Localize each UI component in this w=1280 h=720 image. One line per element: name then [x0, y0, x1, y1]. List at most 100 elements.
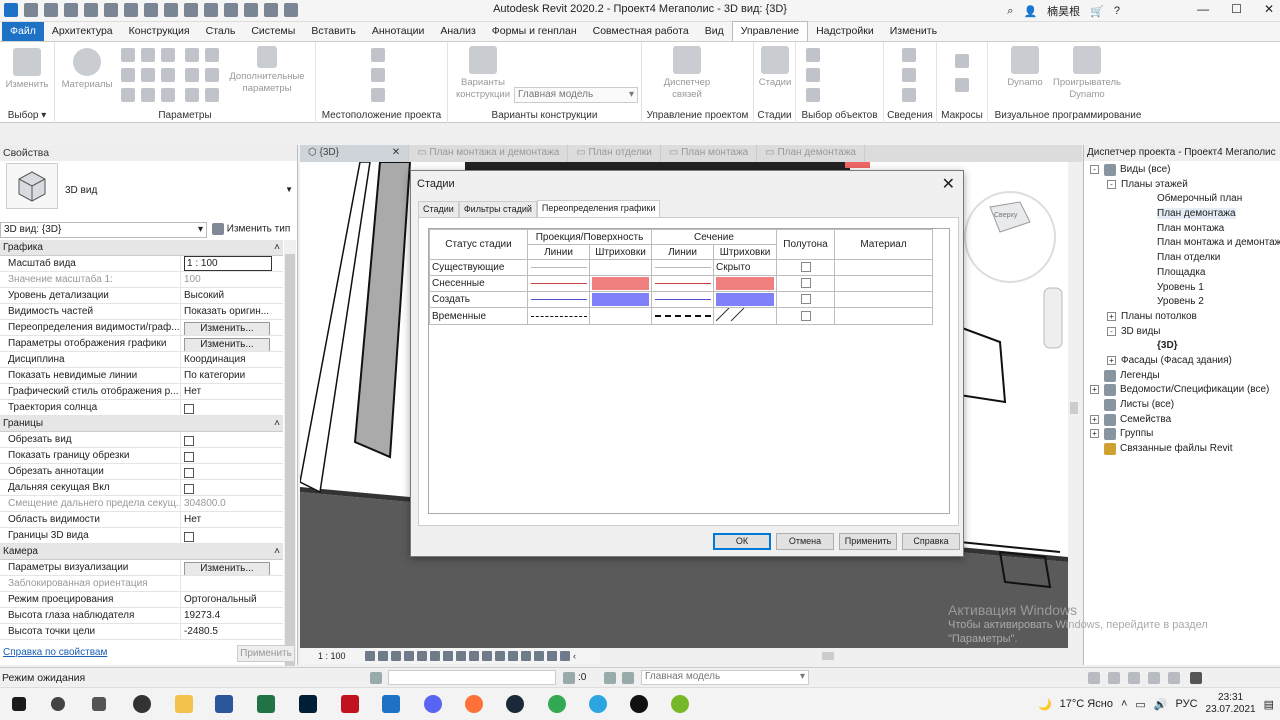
ribbon-tab-11[interactable]: Управление [731, 21, 809, 41]
canvas-horizontal-scrollbar[interactable] [600, 650, 1068, 662]
view-tab-1[interactable]: ▭ План монтажа и демонтажа [409, 145, 569, 162]
property-checkbox[interactable] [184, 468, 194, 478]
halftone-checkbox[interactable] [800, 262, 811, 272]
tree-item[interactable]: Уровень 1 [1084, 281, 1280, 296]
temp-properties-icon[interactable] [495, 651, 505, 661]
revit-icon[interactable] [382, 695, 400, 713]
tree-item[interactable]: + Планы потолков [1084, 310, 1280, 325]
tree-item[interactable]: План демонтажа [1084, 207, 1280, 222]
user-icon[interactable]: 👤 [1023, 5, 1037, 18]
tree-item[interactable]: - Планы этажей [1084, 178, 1280, 193]
dialog-tab-2[interactable]: Переопределения графики [536, 200, 661, 218]
reveal-hidden-icon[interactable] [482, 651, 492, 661]
section-hatch-cell[interactable]: Скрыто [713, 259, 777, 276]
macro-security-icon[interactable] [955, 78, 969, 92]
location-icon[interactable] [205, 88, 219, 102]
edit-selection-icon[interactable] [806, 88, 820, 102]
save-icon[interactable] [44, 3, 58, 17]
ribbon-tab-8[interactable]: Формы и генплан [484, 22, 585, 41]
photoshop-icon[interactable] [299, 695, 317, 713]
active-design-option-select[interactable]: Главная модель ▾ [641, 670, 809, 685]
tree-item[interactable]: -3D виды [1084, 325, 1280, 340]
autocad-icon[interactable] [341, 695, 359, 713]
property-value[interactable]: Нет [181, 384, 283, 399]
additional-params-button[interactable]: Дополнительные параметры [221, 46, 313, 95]
project-params-icon[interactable] [185, 48, 199, 62]
ribbon-tab-7[interactable]: Анализ [432, 22, 483, 41]
close-windows-icon[interactable] [284, 3, 298, 17]
properties-section-1[interactable]: Границы ˄ [0, 416, 283, 432]
discord-icon[interactable] [424, 695, 442, 713]
ribbon-tab-13[interactable]: Изменить [882, 22, 945, 41]
cancel-button[interactable]: Отмена [776, 533, 834, 550]
halftone-checkbox[interactable] [800, 294, 811, 304]
edit-button[interactable]: Изменить... [184, 338, 270, 351]
lines-cell[interactable] [651, 259, 714, 276]
view-tab-2[interactable]: ▭ План отделки [568, 145, 661, 162]
ribbon-tab-0[interactable]: Файл [2, 22, 44, 41]
ribbon-tab-4[interactable]: Системы [243, 22, 303, 41]
warnings-icon[interactable] [902, 88, 916, 102]
select-by-face-icon[interactable] [1148, 672, 1160, 684]
material-cell[interactable] [834, 259, 933, 276]
thin-lines-icon[interactable] [264, 3, 278, 17]
tree-item[interactable]: {3D} [1084, 339, 1280, 354]
ribbon-tab-12[interactable]: Надстройки [808, 22, 882, 41]
telegram-icon[interactable] [589, 695, 607, 713]
lines-cell[interactable] [527, 307, 590, 325]
tree-item[interactable]: План отделки [1084, 251, 1280, 266]
position-icon[interactable] [371, 88, 385, 102]
shadows-icon[interactable] [404, 651, 414, 661]
global-params-icon[interactable] [141, 68, 155, 82]
settings-gear-icon[interactable] [133, 695, 151, 713]
temp-hide-icon[interactable] [469, 651, 479, 661]
property-value[interactable]: Нет [181, 512, 283, 527]
xbox-icon[interactable] [630, 695, 648, 713]
material-cell[interactable] [834, 275, 933, 292]
task-view-icon[interactable] [92, 697, 106, 711]
scale-input[interactable]: 1 : 100 [184, 256, 272, 271]
dynamo-player-button[interactable]: Проигрыватель Dynamo [1050, 46, 1124, 101]
property-value[interactable]: Показать оригин... [181, 304, 283, 319]
collapse-icon[interactable]: - [1090, 165, 1099, 174]
tree-item[interactable]: Легенды [1084, 369, 1280, 384]
edit-button[interactable]: Изменить... [184, 562, 270, 575]
file-explorer-icon[interactable] [175, 695, 193, 713]
property-value[interactable]: 19273.4 [181, 608, 283, 623]
lines-cell[interactable] [651, 307, 714, 325]
section-hatch-cell[interactable] [713, 275, 777, 292]
collapse-icon[interactable]: - [1107, 179, 1116, 189]
close-icon[interactable]: ✕ [942, 174, 955, 194]
tree-item[interactable]: - Виды (все) [1084, 163, 1280, 178]
ribbon-tab-5[interactable]: Вставить [303, 22, 364, 41]
worksharing-icon[interactable] [508, 651, 518, 661]
language-indicator[interactable]: РУС [1176, 698, 1198, 710]
select-pinned-icon[interactable] [1128, 672, 1140, 684]
minimize-icon[interactable]: — [1197, 2, 1209, 16]
color-scheme-icon[interactable] [161, 88, 175, 102]
dynamo-button[interactable]: Dynamo [1002, 46, 1048, 89]
weather-text[interactable]: 17°C Ясно [1060, 698, 1113, 710]
select-underlay-icon[interactable] [1108, 672, 1120, 684]
collapse-icon[interactable]: ˄ [274, 546, 280, 557]
search-icon[interactable] [51, 697, 65, 711]
property-checkbox[interactable] [184, 436, 194, 446]
lines-cell[interactable] [651, 275, 714, 292]
user-name[interactable]: 楠昊根 [1047, 3, 1080, 19]
hatch-cell[interactable] [589, 259, 652, 276]
project-info-icon[interactable] [161, 48, 175, 62]
halftone-checkbox[interactable] [800, 310, 811, 321]
volume-icon[interactable]: 🔊 [1154, 698, 1168, 711]
analytical-model-icon[interactable] [521, 651, 531, 661]
close-tab-icon[interactable]: ✕ [389, 147, 400, 158]
workset-select[interactable] [388, 670, 556, 685]
open-icon[interactable] [24, 3, 38, 17]
edit-button[interactable]: Изменить... [184, 322, 270, 335]
detail-level-icon[interactable] [365, 651, 375, 661]
view-tab-3[interactable]: ▭ План монтажа [661, 145, 758, 162]
utorrent-icon[interactable] [671, 695, 689, 713]
section-icon[interactable] [244, 3, 258, 17]
weather-icon[interactable]: 🌙 [1038, 698, 1052, 711]
chevron-down-icon[interactable]: ▼ [285, 185, 293, 194]
property-checkbox[interactable] [184, 452, 194, 462]
